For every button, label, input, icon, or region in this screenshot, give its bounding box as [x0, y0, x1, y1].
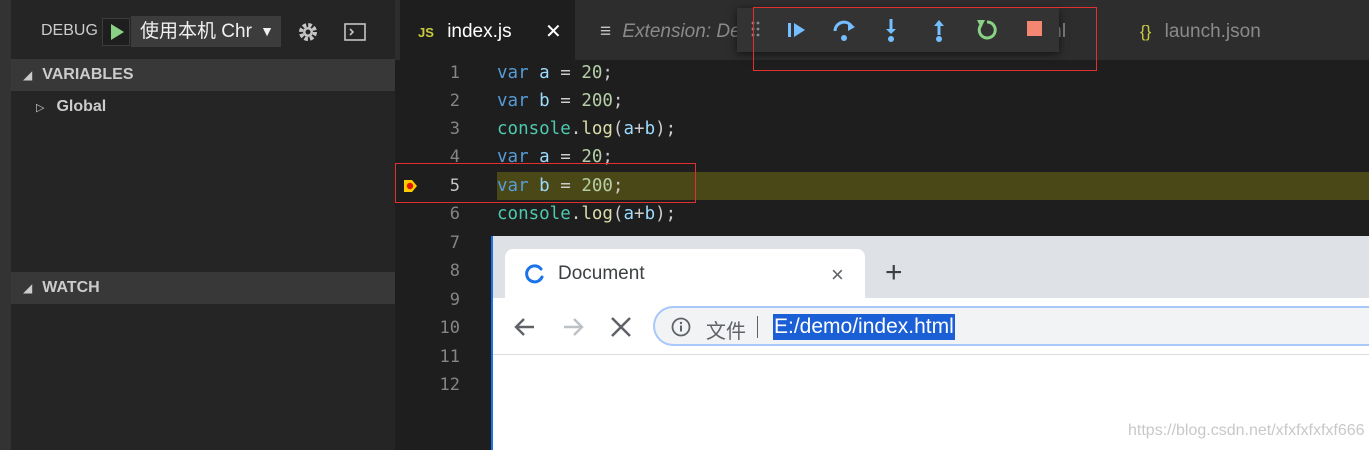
line-number: 11	[439, 347, 460, 367]
chevron-right-icon: ▷	[36, 102, 45, 114]
variables-title: VARIABLES	[42, 66, 134, 83]
url-text[interactable]: E:/demo/index.html	[773, 314, 955, 340]
line-number: 3	[449, 119, 460, 139]
code-line: console.log(a+b);	[497, 119, 677, 139]
close-tab-icon[interactable]: ×	[831, 262, 844, 288]
watch-section-header[interactable]: ◢ WATCH	[11, 272, 395, 304]
line-number: 7	[449, 233, 460, 253]
start-debugging-button[interactable]	[102, 18, 130, 46]
line-number: 8	[449, 261, 460, 281]
debug-console-button[interactable]	[343, 22, 367, 47]
watch-title: WATCH	[42, 279, 100, 296]
settings-button[interactable]	[296, 20, 320, 49]
tab-index-js[interactable]: JS index.js ✕	[400, 0, 575, 60]
tab-extension[interactable]: ≡ Extension: De	[578, 0, 750, 60]
address-bar[interactable]	[653, 306, 1369, 346]
line-number: 2	[449, 91, 460, 111]
tab-label: launch.json	[1164, 21, 1261, 42]
activity-bar	[0, 0, 11, 450]
forward-icon[interactable]	[560, 314, 586, 345]
back-icon[interactable]	[512, 314, 538, 345]
code-line: var a = 20;	[497, 63, 613, 83]
address-scheme-label: 文件	[706, 321, 746, 343]
annotation-box-debug-toolbar	[753, 7, 1097, 71]
json-file-icon: {}	[1140, 22, 1152, 41]
line-number: 9	[449, 290, 460, 310]
launch-config-value: 使用本机 Chr	[140, 21, 252, 42]
loading-spinner-icon	[523, 263, 545, 290]
variables-section-header[interactable]: ◢ VARIABLES	[11, 59, 395, 91]
console-icon	[344, 23, 366, 41]
debug-label: DEBUG	[41, 22, 98, 39]
tab-launch-json[interactable]: {} launch.json	[1120, 0, 1305, 60]
line-number: 1	[449, 63, 460, 83]
close-icon[interactable]: ✕	[545, 0, 562, 60]
chevron-down-icon: ◢	[23, 68, 33, 82]
new-tab-icon[interactable]: +	[885, 256, 903, 290]
play-icon	[111, 24, 124, 40]
launch-config-select[interactable]: 使用本机 Chr ▼	[131, 16, 281, 47]
code-line: console.log(a+b);	[497, 204, 677, 224]
variables-scope-global[interactable]: ▷ Global	[36, 98, 106, 116]
address-divider	[757, 316, 758, 338]
tab-label: index.js	[447, 21, 512, 42]
line-number: 6	[449, 204, 460, 224]
line-number: 12	[439, 375, 460, 395]
document-icon: ≡	[600, 21, 612, 42]
info-icon[interactable]	[670, 316, 692, 343]
watermark: https://blog.csdn.net/xfxfxfxfxf666	[1128, 422, 1365, 439]
annotation-box-current-line	[395, 163, 696, 203]
line-number: 10	[439, 318, 460, 338]
js-file-icon: JS	[418, 25, 434, 40]
browser-tab-title: Document	[558, 263, 645, 284]
stop-loading-icon[interactable]	[609, 315, 633, 344]
scope-label: Global	[56, 98, 107, 115]
chevron-down-icon: ▼	[260, 23, 274, 39]
code-line: var b = 200;	[497, 91, 624, 111]
tab-label: Extension: De	[622, 21, 741, 42]
chevron-down-icon: ◢	[23, 281, 33, 295]
gear-icon	[299, 23, 317, 41]
